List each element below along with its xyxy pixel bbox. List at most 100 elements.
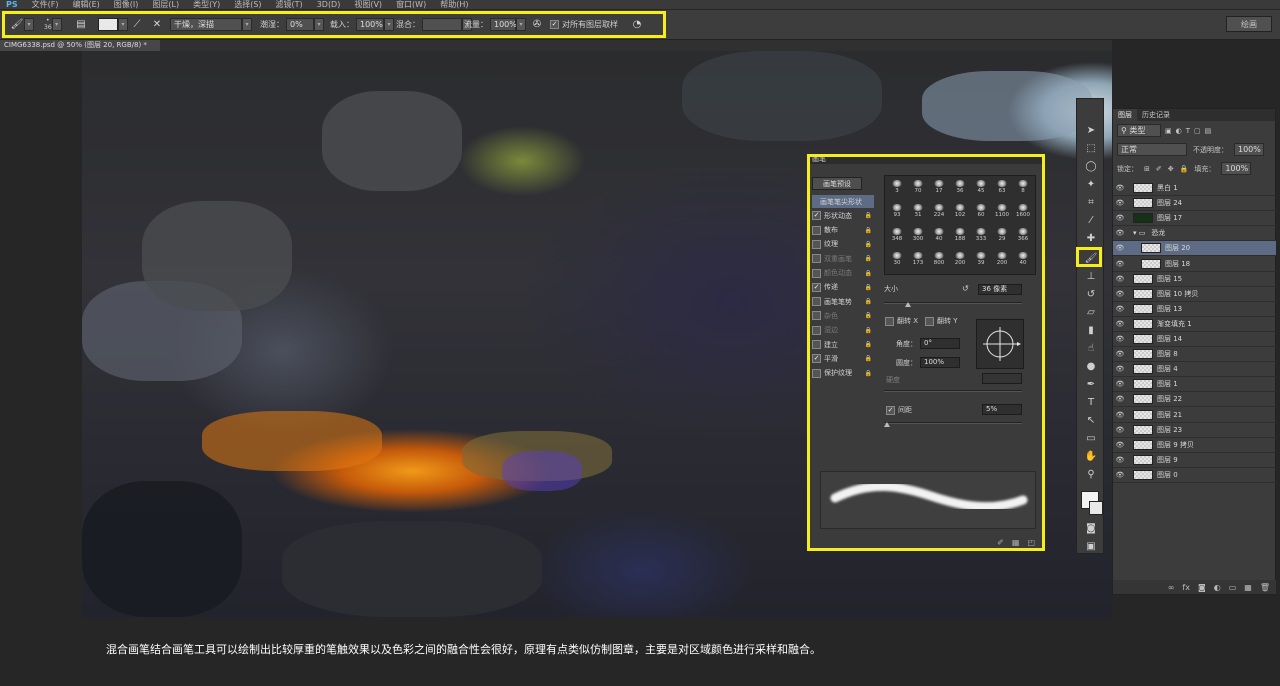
- layer-thumbnail: [1133, 454, 1153, 465]
- lasso-tool-icon[interactable]: ◯: [1083, 159, 1099, 173]
- hand-tool-icon[interactable]: ✋: [1083, 449, 1099, 463]
- blend-mode-select[interactable]: 正常: [1117, 143, 1187, 156]
- pen-tool-icon[interactable]: ✒: [1083, 377, 1099, 391]
- visibility-eye-icon[interactable]: 👁: [1113, 305, 1127, 313]
- layer-row[interactable]: 👁 图层 14: [1113, 332, 1276, 347]
- shape-tool-icon[interactable]: ▭: [1083, 431, 1099, 445]
- visibility-eye-icon[interactable]: 👁: [1113, 199, 1127, 207]
- visibility-eye-icon[interactable]: 👁: [1113, 290, 1127, 298]
- visibility-eye-icon[interactable]: 👁: [1113, 380, 1127, 388]
- layer-row[interactable]: 👁 图层 9: [1113, 453, 1276, 468]
- clone-stamp-tool-icon[interactable]: ⊥: [1083, 269, 1099, 283]
- layer-thumbnail: [1133, 303, 1153, 314]
- visibility-eye-icon[interactable]: 👁: [1113, 214, 1127, 222]
- visibility-eye-icon[interactable]: 👁: [1113, 411, 1127, 419]
- eyedropper-tool-icon[interactable]: ⁄: [1083, 213, 1099, 227]
- layer-row[interactable]: 👁 图层 24: [1113, 196, 1276, 212]
- crop-tool-icon[interactable]: ⌗: [1083, 195, 1099, 209]
- menu-image[interactable]: 图像(I): [114, 0, 139, 9]
- filter-adjust-icon[interactable]: ◐: [1176, 127, 1182, 135]
- layer-row[interactable]: 👁 黑白 1: [1113, 181, 1276, 196]
- zoom-tool-icon[interactable]: ⚲: [1083, 467, 1099, 481]
- lock-transparency-icon[interactable]: ⊞: [1144, 165, 1150, 173]
- lock-all-icon[interactable]: 🔒: [1180, 165, 1189, 173]
- dodge-tool-icon[interactable]: ●: [1083, 359, 1099, 373]
- menu-3d[interactable]: 3D(D): [317, 0, 341, 9]
- menu-filter[interactable]: 滤镜(T): [276, 0, 303, 9]
- filter-pixel-icon[interactable]: ▣: [1165, 127, 1172, 135]
- visibility-eye-icon[interactable]: 👁: [1113, 365, 1127, 373]
- quick-select-tool-icon[interactable]: ✦: [1083, 177, 1099, 191]
- menu-help[interactable]: 帮助(H): [440, 0, 468, 9]
- layer-row[interactable]: 👁 图层 13: [1113, 302, 1276, 317]
- layer-row[interactable]: 👁 渐变填充 1: [1113, 317, 1276, 332]
- menu-type[interactable]: 类型(Y): [193, 0, 220, 9]
- visibility-eye-icon[interactable]: 👁: [1113, 260, 1127, 268]
- layer-row[interactable]: 👁 图层 15: [1113, 272, 1276, 287]
- layer-row[interactable]: 👁 图层 22: [1113, 392, 1276, 408]
- smudge-tool-icon[interactable]: ☝: [1083, 341, 1099, 355]
- eraser-tool-icon[interactable]: ▱: [1083, 305, 1099, 319]
- visibility-eye-icon[interactable]: 👁: [1113, 244, 1127, 252]
- path-select-tool-icon[interactable]: ↖: [1083, 413, 1099, 427]
- visibility-eye-icon[interactable]: 👁: [1113, 426, 1127, 434]
- new-layer-icon[interactable]: ▦: [1244, 583, 1252, 592]
- workspace-switcher-button[interactable]: 绘画: [1226, 16, 1272, 32]
- gradient-tool-icon[interactable]: ▮: [1083, 323, 1099, 337]
- add-mask-icon[interactable]: ◙: [1198, 583, 1206, 592]
- move-tool-icon[interactable]: ➤: [1083, 123, 1099, 137]
- layer-row[interactable]: 👁 图层 0: [1113, 468, 1276, 483]
- filter-smart-icon[interactable]: ▤: [1205, 127, 1212, 135]
- document-tab[interactable]: CIMG6338.psd @ 50% (图层 20, RGB/8) *: [0, 40, 160, 51]
- menu-edit[interactable]: 编辑(E): [72, 0, 99, 9]
- tab-layers[interactable]: 图层: [1113, 109, 1137, 121]
- layer-style-icon[interactable]: fx: [1182, 583, 1190, 592]
- marquee-tool-icon[interactable]: ⬚: [1083, 141, 1099, 155]
- quick-mask-icon[interactable]: ◙: [1083, 521, 1099, 535]
- menu-layer[interactable]: 图层(L): [152, 0, 179, 9]
- menu-select[interactable]: 选择(S): [234, 0, 261, 9]
- layer-row[interactable]: 👁 图层 21: [1113, 408, 1276, 423]
- lock-move-icon[interactable]: ✥: [1168, 165, 1174, 173]
- layer-row[interactable]: 👁 图层 10 拷贝: [1113, 287, 1276, 302]
- healing-brush-tool-icon[interactable]: ✚: [1083, 231, 1099, 245]
- layer-filter-select[interactable]: ⚲ 类型: [1117, 124, 1161, 137]
- layer-row[interactable]: 👁 图层 1: [1113, 377, 1276, 393]
- layer-row[interactable]: 👁 图层 23: [1113, 423, 1276, 438]
- visibility-eye-icon[interactable]: 👁: [1113, 441, 1127, 449]
- visibility-eye-icon[interactable]: 👁: [1113, 350, 1127, 358]
- screen-mode-icon[interactable]: ▣: [1083, 539, 1099, 553]
- new-group-icon[interactable]: ▭: [1229, 583, 1237, 592]
- adjustment-layer-icon[interactable]: ◐: [1214, 583, 1221, 592]
- layer-row[interactable]: 👁 图层 9 拷贝: [1113, 438, 1276, 453]
- lock-paint-icon[interactable]: ✐: [1156, 165, 1162, 173]
- menu-file[interactable]: 文件(F): [32, 0, 59, 9]
- fill-input[interactable]: 100%: [1221, 162, 1252, 175]
- visibility-eye-icon[interactable]: 👁: [1113, 184, 1127, 192]
- opacity-input[interactable]: 100%: [1234, 143, 1264, 156]
- visibility-eye-icon[interactable]: 👁: [1113, 229, 1127, 237]
- layer-row[interactable]: 👁 图层 20: [1113, 241, 1276, 257]
- visibility-eye-icon[interactable]: 👁: [1113, 275, 1127, 283]
- layer-row[interactable]: 👁 图层 17: [1113, 211, 1276, 227]
- menu-view[interactable]: 视图(V): [354, 0, 382, 9]
- link-layers-icon[interactable]: ∞: [1168, 583, 1175, 592]
- visibility-eye-icon[interactable]: 👁: [1113, 335, 1127, 343]
- menu-window[interactable]: 窗口(W): [396, 0, 426, 9]
- layer-row[interactable]: 👁 图层 8: [1113, 347, 1276, 363]
- layer-row[interactable]: 👁 图层 18: [1113, 257, 1276, 272]
- delete-layer-icon[interactable]: 🗑: [1260, 583, 1270, 592]
- visibility-eye-icon[interactable]: 👁: [1113, 320, 1127, 328]
- filter-type-icon[interactable]: T: [1186, 127, 1190, 135]
- visibility-eye-icon[interactable]: 👁: [1113, 395, 1127, 403]
- visibility-eye-icon[interactable]: 👁: [1113, 456, 1127, 464]
- background-color-swatch[interactable]: [1089, 501, 1103, 515]
- type-tool-icon[interactable]: T: [1083, 395, 1099, 409]
- filter-shape-icon[interactable]: ▢: [1194, 127, 1201, 135]
- layer-row[interactable]: 👁 ▾ ▭ 恐龙: [1113, 226, 1276, 242]
- visibility-eye-icon[interactable]: 👁: [1113, 471, 1127, 479]
- folder-icon[interactable]: ▾ ▭: [1133, 229, 1145, 237]
- tab-history[interactable]: 历史记录: [1137, 109, 1175, 121]
- history-brush-tool-icon[interactable]: ↺: [1083, 287, 1099, 301]
- layer-row[interactable]: 👁 图层 4: [1113, 362, 1276, 378]
